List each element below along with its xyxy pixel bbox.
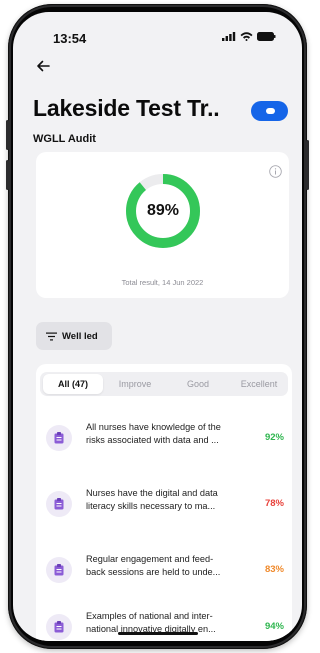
item-score: 92% [264, 432, 284, 443]
clipboard-icon [46, 425, 72, 451]
battery-icon [257, 32, 276, 41]
item-text: All nurses have knowledge of the risks a… [86, 421, 256, 447]
signal-icon [222, 32, 236, 41]
item-line: Nurses have the digital and data [86, 488, 218, 498]
item-line: Regular engagement and feed- [86, 554, 214, 564]
item-line: back sessions are held to unde... [86, 567, 221, 577]
item-text: Regular engagement and feed- back sessio… [86, 553, 256, 579]
tab-good[interactable]: Good [168, 372, 228, 396]
item-line: All nurses have knowledge of the [86, 422, 221, 432]
app-screen: 13:54 Lakeside Test Tr.. WGLL Audit 89% … [13, 12, 302, 641]
result-caption: Total result, 14 Jun 2022 [121, 278, 204, 287]
result-card: 89% Total result, 14 Jun 2022 [36, 152, 289, 298]
info-icon[interactable] [269, 165, 282, 178]
tab-all[interactable]: All (47) [43, 374, 103, 394]
filter-chip[interactable]: Well led [36, 322, 112, 350]
wifi-icon [240, 32, 253, 41]
page-title: Lakeside Test Tr.. [33, 95, 220, 121]
status-bar: 13:54 [13, 12, 302, 52]
clipboard-icon [46, 557, 72, 583]
status-icons [222, 32, 276, 41]
item-score: 83% [264, 564, 284, 575]
item-line: risks associated with data and ... [86, 435, 219, 445]
list-item[interactable]: Nurses have the digital and data literac… [36, 481, 292, 527]
result-percent: 89% [146, 202, 180, 219]
list-item[interactable]: Examples of national and inter- national… [36, 604, 292, 641]
filter-lines-icon [46, 332, 57, 340]
arrow-left-icon[interactable] [35, 58, 51, 74]
toggle-knob [266, 108, 275, 114]
power-button [306, 140, 309, 190]
title-row: Lakeside Test Tr.. [33, 95, 288, 125]
list-item[interactable]: Regular engagement and feed- back sessio… [36, 547, 292, 593]
page-subtitle: WGLL Audit [33, 133, 96, 145]
clipboard-icon [46, 614, 72, 640]
tab-excellent[interactable]: Excellent [230, 372, 288, 396]
audit-list-card: All (47) Improve Good Excellent All nurs… [36, 364, 292, 641]
home-indicator[interactable] [118, 632, 198, 635]
item-line: Examples of national and inter- [86, 611, 213, 621]
item-text: Nurses have the digital and data literac… [86, 487, 256, 513]
item-line: literacy skills necessary to ma... [86, 501, 216, 511]
visibility-toggle[interactable] [251, 101, 288, 121]
tab-bar: All (47) Improve Good Excellent [40, 372, 288, 396]
list-item[interactable]: All nurses have knowledge of the risks a… [36, 415, 292, 461]
status-time: 13:54 [53, 31, 87, 46]
volume-button [6, 160, 9, 190]
item-score: 78% [264, 498, 284, 509]
tab-improve[interactable]: Improve [105, 372, 165, 396]
item-score: 94% [264, 621, 284, 632]
clipboard-icon [46, 491, 72, 517]
volume-button [6, 120, 9, 150]
filter-label: Well led [62, 330, 98, 342]
